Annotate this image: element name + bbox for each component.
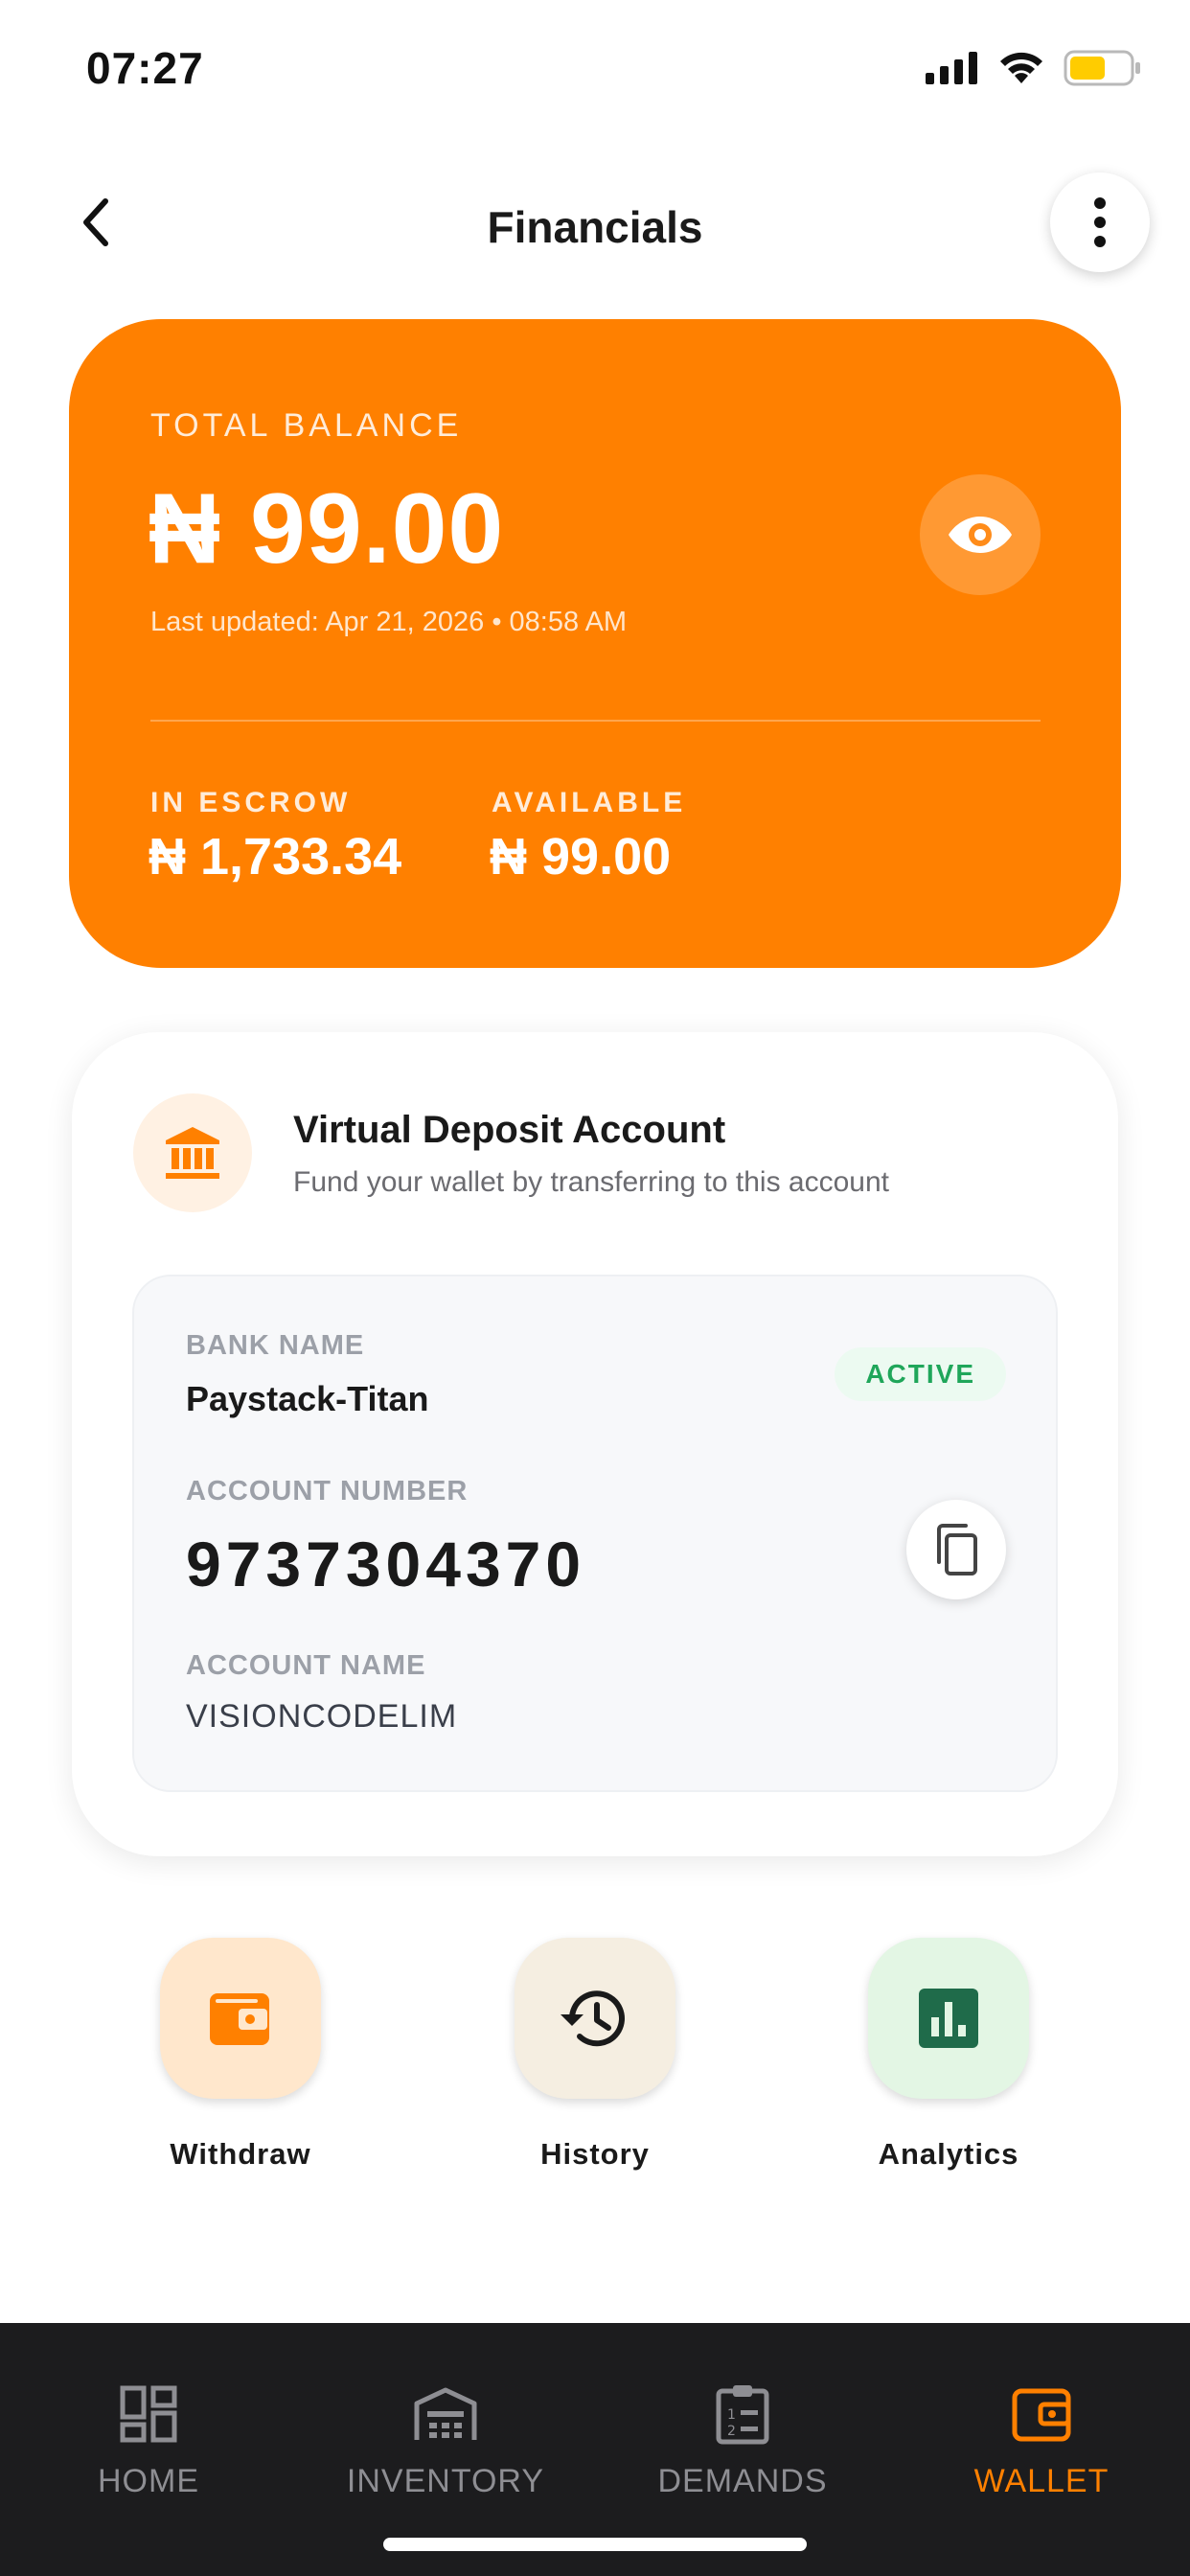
copy-icon — [937, 1524, 977, 1576]
home-indicator[interactable] — [383, 2538, 807, 2551]
withdraw-action[interactable]: Withdraw — [97, 1938, 384, 2172]
bank-icon-wrapper — [133, 1093, 252, 1212]
nav-item-home[interactable]: HOME — [0, 2380, 297, 2500]
screen: 07:27 Financials TOTAL BALANCE ₦ 99.00 L… — [0, 0, 1190, 2576]
history-icon-wrapper — [515, 1938, 675, 2099]
dashboard-icon — [120, 2385, 177, 2443]
balance-card: TOTAL BALANCE ₦ 99.00 Last updated: Apr … — [69, 319, 1121, 968]
bank-icon — [166, 1127, 219, 1179]
history-action[interactable]: History — [451, 1938, 739, 2172]
in-escrow-label: IN ESCROW — [150, 787, 352, 818]
wifi-icon — [1000, 52, 1042, 83]
warehouse-icon — [414, 2387, 477, 2440]
page-title: Financials — [487, 202, 703, 252]
status-time: 07:27 — [86, 43, 204, 93]
available-value: ₦ 99.00 — [490, 828, 672, 886]
svg-text:1: 1 — [727, 2407, 736, 2423]
wallet-icon — [210, 1993, 269, 2045]
account-details-panel: BANK NAME Paystack-Titan ACTIVE ACCOUNT … — [132, 1275, 1058, 1792]
history-label: History — [540, 2137, 650, 2171]
last-updated-text: Last updated: Apr 21, 2026 • 08:58 AM — [150, 607, 628, 637]
nav-item-inventory[interactable]: INVENTORY — [297, 2380, 594, 2500]
toggle-balance-visibility-button[interactable] — [920, 474, 1041, 595]
nav-inventory-icon-wrapper — [297, 2380, 594, 2448]
nav-home-icon-wrapper — [0, 2380, 297, 2448]
bar-chart-icon — [919, 1989, 978, 2048]
svg-text:2: 2 — [727, 2424, 736, 2439]
history-icon — [561, 1990, 625, 2047]
nav-item-wallet[interactable]: WALLET — [893, 2380, 1190, 2500]
clipboard-list-icon: 1 2 — [716, 2385, 769, 2445]
copy-account-number-button[interactable] — [906, 1500, 1006, 1599]
wallet-icon — [1012, 2388, 1071, 2442]
analytics-action[interactable]: Analytics — [805, 1938, 1092, 2172]
in-escrow-value: ₦ 1,733.34 — [149, 828, 402, 886]
virtual-account-title: Virtual Deposit Account — [293, 1109, 726, 1151]
status-badge: ACTIVE — [835, 1347, 1006, 1401]
total-balance-amount: ₦ 99.00 — [149, 473, 505, 585]
signal-icon — [926, 52, 977, 84]
eye-icon — [949, 517, 1012, 553]
bank-name-label: BANK NAME — [186, 1330, 365, 1361]
bank-name-value: Paystack-Titan — [186, 1379, 429, 1418]
more-options-button[interactable] — [1050, 172, 1150, 272]
balance-divider — [150, 720, 1041, 722]
analytics-icon-wrapper — [868, 1938, 1029, 2099]
virtual-account-card: Virtual Deposit Account Fund your wallet… — [72, 1032, 1118, 1856]
account-name-value: VISIONCODELIM — [186, 1698, 458, 1735]
nav-item-demands[interactable]: 1 2 DEMANDS — [594, 2380, 891, 2500]
battery-icon — [1064, 50, 1140, 86]
account-number-value: 9737304370 — [186, 1529, 586, 1599]
withdraw-label: Withdraw — [170, 2137, 311, 2171]
account-number-label: ACCOUNT NUMBER — [186, 1476, 469, 1506]
analytics-label: Analytics — [878, 2137, 1019, 2171]
virtual-account-subtitle: Fund your wallet by transferring to this… — [293, 1166, 889, 1198]
status-bar: 07:27 — [0, 0, 1190, 144]
nav-wallet-icon-wrapper — [893, 2380, 1190, 2448]
more-vertical-icon — [1094, 197, 1106, 247]
available-label: AVAILABLE — [492, 787, 687, 818]
account-name-label: ACCOUNT NAME — [186, 1650, 426, 1681]
header: Financials — [0, 163, 1190, 297]
total-balance-label: TOTAL BALANCE — [150, 407, 463, 444]
nav-demands-icon-wrapper: 1 2 — [594, 2380, 891, 2448]
nav-wallet-label: WALLET — [973, 2463, 1110, 2499]
nav-home-label: HOME — [98, 2463, 199, 2499]
nav-demands-label: DEMANDS — [657, 2463, 828, 2499]
withdraw-icon-wrapper — [160, 1938, 321, 2099]
status-icons — [926, 50, 1142, 86]
nav-inventory-label: INVENTORY — [346, 2463, 545, 2499]
